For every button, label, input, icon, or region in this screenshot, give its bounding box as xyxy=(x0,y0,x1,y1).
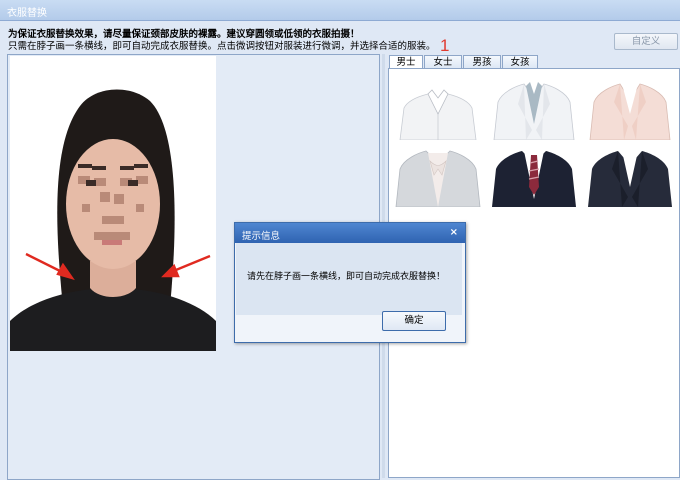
dialog-message: 请先在脖子画一条横线，即可自动完成衣服替换！ xyxy=(247,272,446,282)
clothing-item-white-shirt[interactable] xyxy=(392,74,484,140)
portrait-photo[interactable] xyxy=(10,56,216,351)
dialog-title: 提示信息 xyxy=(242,231,281,242)
dialog-titlebar: 提示信息 × xyxy=(235,223,465,243)
custom-button[interactable]: 自定义 xyxy=(614,33,678,50)
clothing-item-white-blazer[interactable] xyxy=(488,74,580,140)
clothing-item-gray-blazer-bow[interactable] xyxy=(392,141,484,207)
clothing-item-pink-blazer[interactable] xyxy=(584,74,676,140)
annotation-number: 1 xyxy=(440,36,450,55)
clothing-item-navy-suit[interactable] xyxy=(584,141,676,207)
instruction-text: 只需在脖子画一条横线，即可自动完成衣服替换。点击微调按钮对服装进行微调，并选择合… xyxy=(8,41,436,52)
window-title: 衣服替换 xyxy=(7,8,47,19)
ok-button[interactable]: 确定 xyxy=(382,311,446,331)
tab-women[interactable]: 女士 xyxy=(424,55,462,69)
clothing-item-black-suit-red-tie[interactable] xyxy=(488,141,580,207)
tab-girls[interactable]: 女孩 xyxy=(502,55,538,69)
close-icon[interactable]: × xyxy=(450,227,458,238)
tab-boys[interactable]: 男孩 xyxy=(463,55,501,69)
window-titlebar: 衣服替换 xyxy=(0,0,680,21)
info-dialog: 提示信息 × 请先在脖子画一条横线，即可自动完成衣服替换！ 确定 xyxy=(234,222,466,343)
